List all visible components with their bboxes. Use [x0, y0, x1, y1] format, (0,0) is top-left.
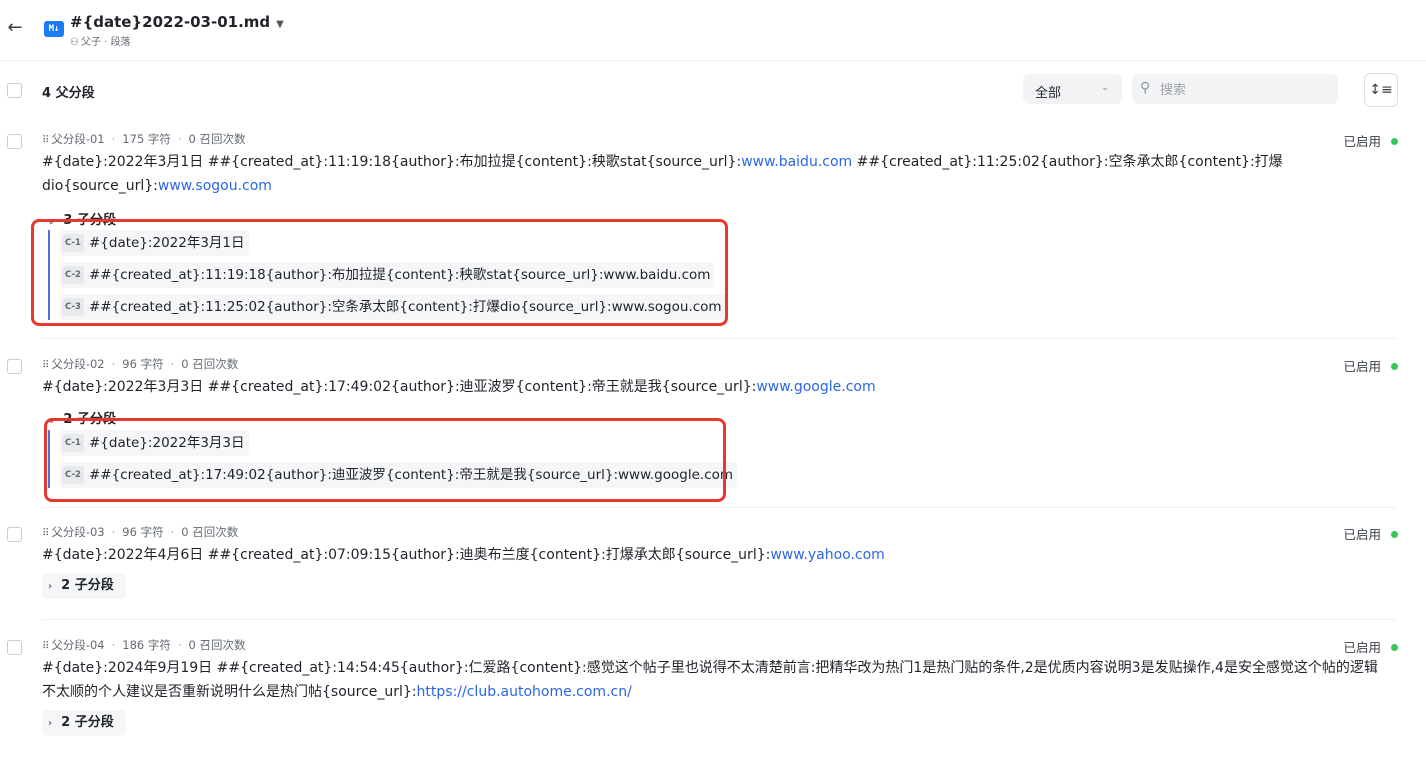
segment-char-count: 186 字符 [122, 638, 171, 652]
segment-meta: ⠿ 父分段-01 · 175 字符 · 0 召回次数 [42, 132, 246, 146]
segment-recall-count: 0 召回次数 [188, 638, 246, 652]
highlight-annotation-box [31, 219, 728, 326]
segment-recall-count: 0 召回次数 [181, 525, 239, 539]
status-label: 已启用 [1343, 359, 1381, 374]
markdown-file-icon: M↓ [44, 21, 64, 37]
segment-id: 父分段-04 [51, 638, 105, 652]
segment-divider [42, 507, 1397, 508]
chevron-right-icon: › [48, 581, 53, 592]
status-dot-icon [1391, 531, 1398, 538]
segment-status[interactable]: 已启用 [1343, 637, 1398, 656]
chevron-down-icon[interactable]: ▼ [276, 19, 284, 30]
document-mode: ⚇ 父子 · 段落 [70, 33, 131, 48]
document-title-text: #{date}2022-03-01.md [70, 13, 271, 31]
content-text: #{date}:2022年4月6日 ##{created_at}:07:09:1… [42, 547, 771, 563]
status-dot-icon [1391, 138, 1398, 145]
child-count-label: 2 子分段 [61, 715, 114, 730]
content-text: 不太顺的个人建议是否重新说明什么是热门帖{source_url}: [42, 684, 417, 700]
segment-char-count: 175 字符 [122, 132, 171, 146]
segment-id: 父分段-01 [51, 132, 105, 146]
highlight-annotation-box [44, 418, 726, 502]
segment-id: 父分段-02 [51, 357, 105, 371]
segment-checkbox[interactable] [7, 527, 22, 542]
content-text: #{date}:2022年3月1日 ##{created_at}:11:19:1… [42, 154, 742, 170]
source-link[interactable]: https://club.autohome.com.cn/ [417, 684, 632, 700]
child-segments-toggle[interactable]: › 2 子分段 [42, 710, 126, 736]
source-link[interactable]: www.yahoo.com [770, 547, 885, 563]
segment-recall-count: 0 召回次数 [188, 132, 246, 146]
segment-char-count: 96 字符 [122, 357, 164, 371]
segment-id: 父分段-03 [51, 525, 105, 539]
segment-content: #{date}:2022年3月1日 ##{created_at}:11:19:1… [42, 150, 1397, 198]
segment-char-count: 96 字符 [122, 525, 164, 539]
segment-grid-icon: ⠿ [42, 135, 49, 146]
status-dot-icon [1391, 363, 1398, 370]
source-link[interactable]: www.baidu.com [741, 154, 852, 170]
segment-grid-icon: ⠿ [42, 528, 49, 539]
document-title[interactable]: #{date}2022-03-01.md ▼ [70, 13, 284, 31]
segment-status[interactable]: 已启用 [1343, 524, 1398, 543]
document-mode-label: 父子 · 段落 [80, 37, 131, 48]
sort-icon: ↕≡ [1369, 82, 1393, 98]
source-link[interactable]: www.google.com [756, 379, 875, 395]
segment-divider [42, 338, 1397, 339]
segment-content: #{date}:2022年4月6日 ##{created_at}:07:09:1… [42, 543, 1397, 567]
parent-segment-count: 4 父分段 [42, 86, 95, 101]
segment-checkbox[interactable] [7, 640, 22, 655]
segment-status[interactable]: 已启用 [1343, 356, 1398, 375]
segment-status[interactable]: 已启用 [1343, 131, 1398, 150]
select-all-checkbox[interactable] [7, 83, 22, 98]
search-icon: ⚲ [1140, 80, 1151, 96]
segment-divider [42, 619, 1397, 620]
segment-meta: ⠿ 父分段-02 · 96 字符 · 0 召回次数 [42, 357, 239, 371]
status-label: 已启用 [1343, 640, 1381, 655]
segment-content: #{date}:2024年9月19日 ##{created_at}:14:54:… [42, 656, 1397, 704]
document-header: ← M↓ #{date}2022-03-01.md ▼ ⚇ 父子 · 段落 [0, 0, 1426, 61]
status-filter-value: 全部 [1035, 86, 1062, 101]
child-count-label: 2 子分段 [61, 578, 114, 593]
status-label: 已启用 [1343, 527, 1381, 542]
back-arrow-icon[interactable]: ← [6, 19, 24, 37]
segment-recall-count: 0 召回次数 [181, 357, 239, 371]
sort-list-button[interactable]: ↕≡ [1364, 73, 1398, 107]
status-label: 已启用 [1343, 134, 1381, 149]
chevron-down-icon: ⌄ [1101, 82, 1110, 93]
segment-checkbox[interactable] [7, 134, 22, 149]
search-input[interactable] [1158, 79, 1332, 101]
segment-meta: ⠿ 父分段-03 · 96 字符 · 0 召回次数 [42, 525, 239, 539]
segments-toolbar: 4 父分段 全部 ⌄ ⚲ ↕≡ [0, 70, 1426, 110]
parent-child-icon: ⚇ [70, 37, 79, 48]
chevron-right-icon: › [48, 718, 53, 729]
segment-grid-icon: ⠿ [42, 641, 49, 652]
source-link[interactable]: www.sogou.com [158, 178, 272, 194]
segment-checkbox[interactable] [7, 359, 22, 374]
search-box[interactable]: ⚲ [1132, 74, 1338, 104]
content-text: #{date}:2022年3月3日 ##{created_at}:17:49:0… [42, 379, 757, 395]
segment-grid-icon: ⠿ [42, 360, 49, 371]
child-segments-toggle[interactable]: › 2 子分段 [42, 573, 126, 599]
status-filter-select[interactable]: 全部 ⌄ [1023, 74, 1122, 104]
status-dot-icon [1391, 644, 1398, 651]
segment-content: #{date}:2022年3月3日 ##{created_at}:17:49:0… [42, 375, 1397, 399]
segment-meta: ⠿ 父分段-04 · 186 字符 · 0 召回次数 [42, 638, 246, 652]
content-text: #{date}:2024年9月19日 ##{created_at}:14:54:… [42, 660, 1378, 676]
